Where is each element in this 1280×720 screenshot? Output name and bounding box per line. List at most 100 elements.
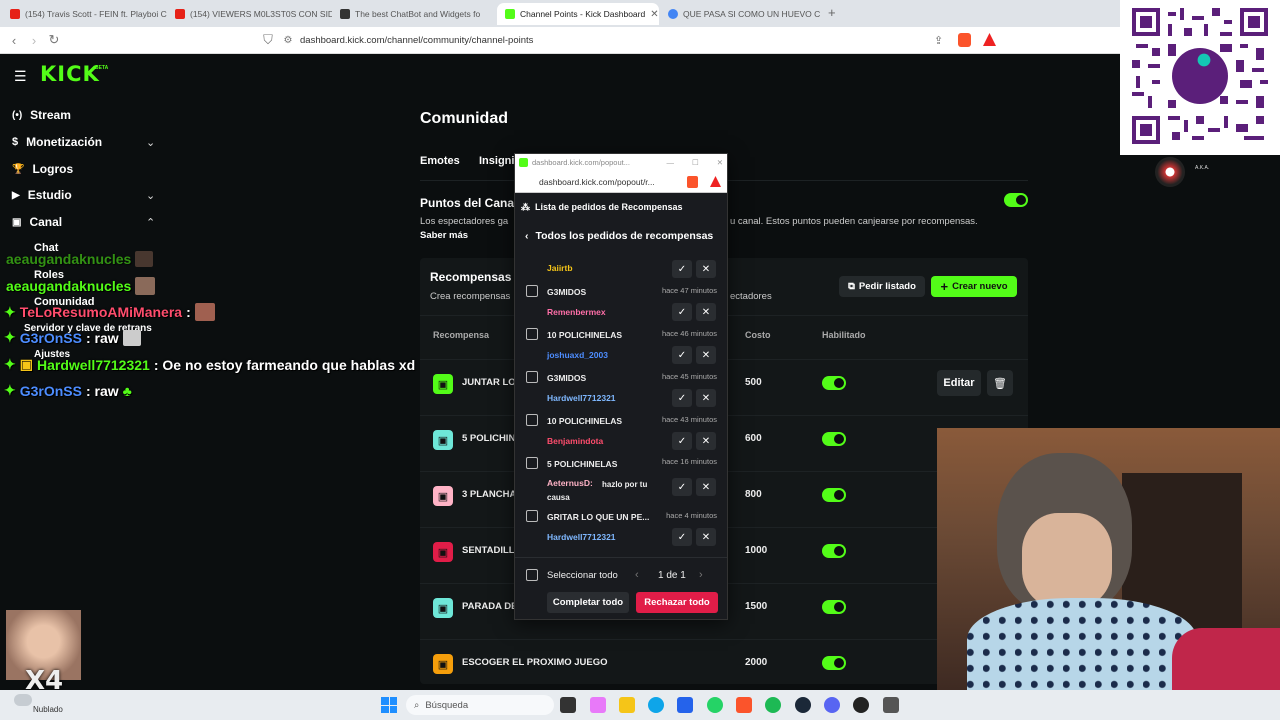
video-icon: ▶ <box>12 189 20 201</box>
weather-label[interactable]: Nublado <box>33 705 63 714</box>
request-checkbox[interactable] <box>526 457 538 469</box>
tab-badges[interactable]: Insigni <box>479 155 514 167</box>
close-icon[interactable]: ✕ <box>696 389 716 407</box>
bookmark-icon[interactable]: ⛉ <box>258 32 278 48</box>
request-checkbox[interactable] <box>526 328 538 340</box>
chat-text: : Oe no estoy farmeando que hablas xd <box>153 356 416 373</box>
delete-icon[interactable]: 🗑 <box>987 370 1013 396</box>
close-icon[interactable]: ✕ <box>696 346 716 364</box>
tab-emotes[interactable]: Emotes <box>420 155 460 167</box>
sidebar-item-achievements[interactable]: 🏆 Logros <box>12 162 73 176</box>
obs-icon[interactable] <box>853 697 869 713</box>
select-all-checkbox[interactable] <box>526 569 538 581</box>
app-icon[interactable] <box>883 697 899 713</box>
reward-enabled-toggle[interactable] <box>822 544 846 558</box>
reward-enabled-toggle[interactable] <box>822 432 846 446</box>
check-icon[interactable]: ✓ <box>672 528 692 546</box>
popup-url-text[interactable]: dashboard.kick.com/popout/r... <box>539 177 655 187</box>
site-info-icon[interactable]: ⚙ <box>278 35 298 46</box>
check-icon[interactable]: ✓ <box>672 346 692 364</box>
chevron-up-icon[interactable]: ⌃ <box>146 216 155 229</box>
edge-icon[interactable] <box>648 697 664 713</box>
check-icon[interactable]: ✓ <box>672 260 692 278</box>
check-icon[interactable]: ✓ <box>672 432 692 450</box>
learn-more-link[interactable]: Saber más <box>420 230 468 241</box>
address-bar: ‹ › ↻ ⛉ ⚙ dashboard.kick.com/channel/com… <box>0 27 1120 54</box>
task-view-icon[interactable] <box>560 697 576 713</box>
menu-icon[interactable]: ☰ <box>14 68 27 85</box>
file-explorer-icon[interactable] <box>619 697 635 713</box>
request-list-button[interactable]: ⧉ Pedir listado <box>839 276 925 297</box>
reload-icon[interactable]: ↻ <box>44 32 64 48</box>
close-icon[interactable]: ✕ <box>650 9 658 20</box>
complete-all-button[interactable]: Completar todo <box>547 592 629 613</box>
back-icon[interactable]: ‹ <box>4 33 24 48</box>
request-username: Benjamindota <box>547 436 604 446</box>
create-new-button[interactable]: + Crear nuevo <box>931 276 1017 297</box>
chevron-down-icon[interactable]: ⌄ <box>146 136 155 149</box>
steam-icon[interactable] <box>795 697 811 713</box>
brave-shield-icon[interactable] <box>958 33 971 47</box>
windows-start-icon[interactable] <box>381 697 397 713</box>
check-icon[interactable]: ✓ <box>672 303 692 321</box>
reward-enabled-toggle[interactable] <box>822 656 846 670</box>
sidebar-item-studio[interactable]: ▶ Estudio <box>12 188 72 202</box>
plus-icon: + <box>940 279 949 294</box>
share-icon[interactable]: ⇪ <box>934 34 943 47</box>
request-checkbox[interactable] <box>526 510 538 522</box>
points-enabled-toggle[interactable] <box>1004 193 1028 207</box>
sidebar-item-monetization[interactable]: $ Monetización <box>12 135 102 149</box>
browser-tab[interactable]: (154) Travis Scott - FEIN ft. Playboi C <box>2 3 167 25</box>
check-icon[interactable]: ✓ <box>672 478 692 496</box>
blanket <box>967 598 1197 690</box>
whatsapp-icon[interactable] <box>707 697 723 713</box>
request-time: hace 46 minutos <box>661 329 717 338</box>
close-icon[interactable]: ✕ <box>696 303 716 321</box>
edit-button[interactable]: Editar <box>937 370 981 396</box>
forward-icon[interactable]: › <box>24 33 44 48</box>
chevron-left-icon[interactable]: ‹ <box>635 569 639 581</box>
brave-rewards-icon[interactable] <box>710 176 721 187</box>
reward-enabled-toggle[interactable] <box>822 600 846 614</box>
spotify-icon[interactable] <box>765 697 781 713</box>
close-icon[interactable]: ✕ <box>696 478 716 496</box>
search-label: Búsqueda <box>425 699 469 711</box>
browser-tab[interactable]: QUE PASA SI COMO UN HUEVO CRU <box>660 3 820 25</box>
reward-enabled-toggle[interactable] <box>822 488 846 502</box>
check-icon[interactable]: ✓ <box>672 389 692 407</box>
popup-window-title: dashboard.kick.com/popout... <box>532 158 630 167</box>
taskbar-search[interactable]: ⌕ Búsqueda <box>406 695 554 715</box>
new-tab-icon[interactable]: + <box>828 5 836 20</box>
back-to-all-requests[interactable]: ‹ Todos los pedidos de recompensas <box>525 230 713 242</box>
request-checkbox[interactable] <box>526 371 538 383</box>
discord-icon[interactable] <box>824 697 840 713</box>
browser-tab[interactable]: (154) VIEWERS M0L3ST0S CON SID <box>167 3 332 25</box>
reject-all-button[interactable]: Rechazar todo <box>636 592 718 613</box>
brave-shield-icon[interactable] <box>687 176 698 188</box>
request-checkbox[interactable] <box>526 285 538 297</box>
brave-icon[interactable] <box>736 697 752 713</box>
store-icon[interactable] <box>677 697 693 713</box>
url-text[interactable]: dashboard.kick.com/channel/community/cha… <box>300 35 533 46</box>
chevron-down-icon[interactable]: ⌄ <box>146 189 155 202</box>
copilot-icon[interactable] <box>590 697 606 713</box>
reward-request: 10 POLICHINELAS hace 43 minutos Benjamin… <box>515 411 727 453</box>
close-icon[interactable]: ✕ <box>696 432 716 450</box>
brave-rewards-icon[interactable] <box>983 33 996 46</box>
gift-icon: ⁂ <box>521 202 530 212</box>
chevron-right-icon[interactable]: › <box>699 569 703 581</box>
tab-label: QUE PASA SI COMO UN HUEVO CRU <box>683 9 820 19</box>
sidebar-item-stream[interactable]: (•) Stream <box>12 108 71 122</box>
close-icon[interactable]: ✕ <box>696 260 716 278</box>
request-checkbox[interactable] <box>526 414 538 426</box>
close-icon[interactable]: ✕ <box>717 158 723 167</box>
close-icon[interactable]: ✕ <box>696 528 716 546</box>
browser-tab-active[interactable]: Channel Points - Kick Dashboard ✕ <box>497 3 659 25</box>
minimize-icon[interactable]: — <box>666 158 674 167</box>
maximize-icon[interactable]: ☐ <box>692 158 699 167</box>
request-username: joshuaxd_2003 <box>547 350 608 360</box>
browser-tab[interactable]: The best ChatBot and Widgets fo <box>332 3 497 25</box>
kick-logo[interactable]: KICK <box>40 62 100 86</box>
reward-enabled-toggle[interactable] <box>822 376 846 390</box>
sidebar-item-channel[interactable]: ▣ Canal <box>12 215 62 229</box>
